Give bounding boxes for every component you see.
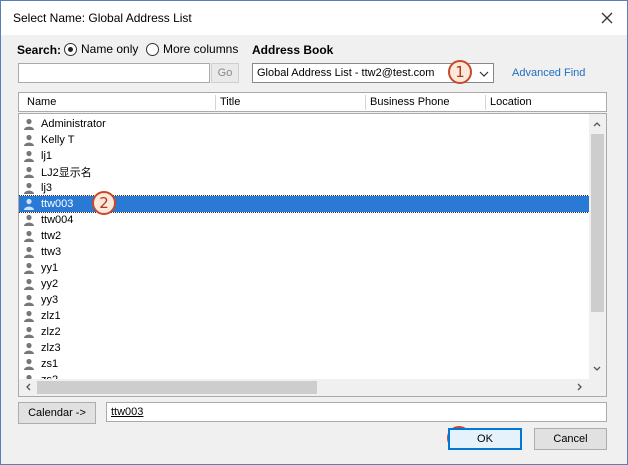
- contact-name: zs1: [41, 358, 59, 370]
- chevron-down-icon: [479, 71, 489, 77]
- step-badge-1: 1: [448, 60, 472, 84]
- contact-name: yy1: [41, 262, 59, 274]
- contact-name: zlz3: [41, 342, 61, 354]
- contact-name: zlz1: [41, 310, 61, 322]
- radio-indicator: [64, 42, 77, 56]
- contact-rows: Administrator Kelly T lj1 LJ2显示名 lj3 ttw…: [19, 116, 590, 388]
- scroll-left-icon[interactable]: [23, 382, 33, 392]
- search-input[interactable]: [18, 63, 210, 83]
- contact-name: lj3: [41, 182, 53, 194]
- user-icon: [24, 134, 34, 146]
- advanced-find-link[interactable]: Advanced Find: [512, 67, 585, 79]
- list-item[interactable]: lj1: [19, 148, 589, 164]
- contact-name: lj1: [41, 150, 53, 162]
- column-divider: [365, 95, 366, 110]
- user-icon: [24, 198, 34, 210]
- contact-name: LJ2显示名: [41, 167, 92, 179]
- user-icon: [24, 182, 34, 194]
- column-business-phone[interactable]: Business Phone: [370, 96, 450, 108]
- name-only-radio[interactable]: Name only: [64, 42, 138, 56]
- address-book-label: Address Book: [252, 43, 334, 57]
- horizontal-scrollbar[interactable]: [19, 379, 606, 396]
- address-book-value: Global Address List - ttw2@test.com: [257, 67, 435, 79]
- radio-indicator: [146, 42, 159, 56]
- user-icon: [24, 230, 34, 242]
- list-item[interactable]: yy3: [19, 292, 589, 308]
- scroll-right-icon[interactable]: [575, 382, 585, 392]
- scroll-down-icon[interactable]: [592, 364, 602, 374]
- list-item[interactable]: zs1: [19, 356, 589, 372]
- calendar-button[interactable]: Calendar ->: [18, 402, 96, 424]
- column-divider: [215, 95, 216, 110]
- user-icon: [24, 310, 34, 322]
- list-item[interactable]: zlz1: [19, 308, 589, 324]
- user-icon: [24, 294, 34, 306]
- user-icon: [24, 118, 34, 130]
- vertical-scroll-thumb[interactable]: [591, 134, 604, 312]
- step-badge-2: 2: [92, 191, 116, 215]
- select-name-dialog: Select Name: Global Address List Search:…: [0, 0, 628, 465]
- list-item[interactable]: Administrator: [19, 116, 589, 132]
- list-item[interactable]: ttw2: [19, 228, 589, 244]
- radio-label: More columns: [163, 42, 239, 56]
- cancel-button[interactable]: Cancel: [534, 428, 607, 450]
- list-item[interactable]: LJ2显示名: [19, 164, 589, 180]
- window-title: Select Name: Global Address List: [13, 11, 192, 25]
- user-icon: [24, 214, 34, 226]
- column-header: Name Title Business Phone Location: [18, 92, 607, 112]
- contact-list[interactable]: Administrator Kelly T lj1 LJ2显示名 lj3 ttw…: [18, 113, 607, 397]
- calendar-selection-field[interactable]: ttw003: [106, 402, 607, 422]
- horizontal-scroll-thumb[interactable]: [37, 381, 317, 394]
- list-item[interactable]: zlz2: [19, 324, 589, 340]
- search-label: Search:: [17, 43, 62, 57]
- column-location[interactable]: Location: [490, 96, 532, 108]
- user-icon: [24, 246, 34, 258]
- close-icon[interactable]: [597, 8, 617, 28]
- ok-button[interactable]: OK: [448, 428, 522, 450]
- user-icon: [24, 342, 34, 354]
- user-icon: [24, 278, 34, 290]
- more-columns-radio[interactable]: More columns: [146, 42, 238, 56]
- user-icon: [24, 166, 34, 178]
- user-icon: [24, 262, 34, 274]
- user-icon: [24, 358, 34, 370]
- column-title[interactable]: Title: [220, 96, 240, 108]
- user-icon: [24, 150, 34, 162]
- column-divider: [485, 95, 486, 110]
- user-icon: [24, 326, 34, 338]
- go-button[interactable]: Go: [211, 63, 239, 83]
- radio-label: Name only: [81, 42, 139, 56]
- contact-name: ttw004: [41, 214, 74, 226]
- contact-name: ttw3: [41, 246, 62, 258]
- list-item[interactable]: ttw3: [19, 244, 589, 260]
- list-item[interactable]: yy1: [19, 260, 589, 276]
- scroll-up-icon[interactable]: [592, 119, 602, 129]
- contact-name: yy3: [41, 294, 59, 306]
- column-name[interactable]: Name: [27, 96, 56, 108]
- list-item[interactable]: yy2: [19, 276, 589, 292]
- contact-name: Administrator: [41, 118, 106, 130]
- list-item[interactable]: Kelly T: [19, 132, 589, 148]
- list-item[interactable]: zlz3: [19, 340, 589, 356]
- contact-name: Kelly T: [41, 134, 75, 146]
- calendar-selection-value: ttw003: [111, 406, 144, 418]
- vertical-scrollbar[interactable]: [589, 114, 606, 380]
- contact-name: zlz2: [41, 326, 61, 338]
- contact-name: yy2: [41, 278, 59, 290]
- contact-name: ttw003: [41, 198, 74, 210]
- title-bar: Select Name: Global Address List: [1, 1, 627, 35]
- contact-name: ttw2: [41, 230, 62, 242]
